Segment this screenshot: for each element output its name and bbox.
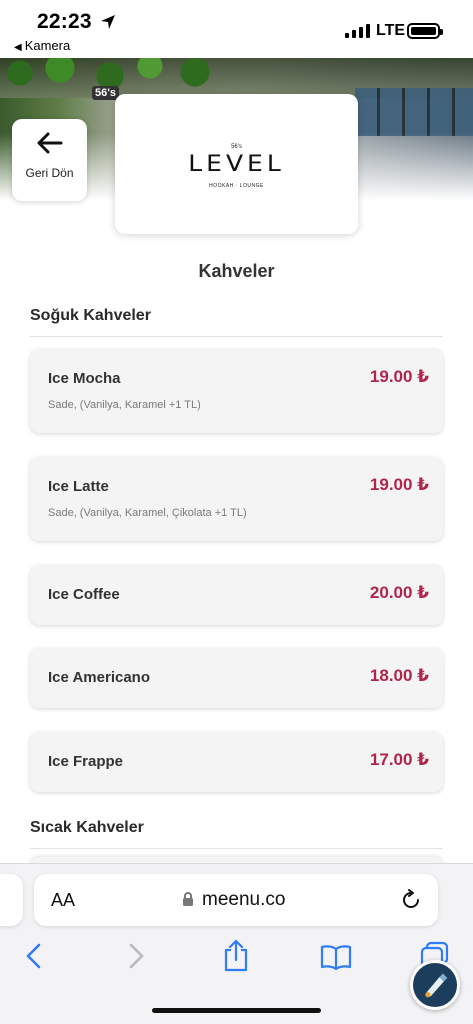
back-to-app-link[interactable]: ◀ Kamera xyxy=(14,38,70,53)
back-icon[interactable] xyxy=(24,942,44,970)
browser-bottom-bar: AA meenu.co xyxy=(0,863,473,1024)
item-name: Ice Coffee xyxy=(48,586,120,603)
item-name: Ice Latte xyxy=(48,478,109,495)
back-triangle-icon: ◀ xyxy=(14,42,22,53)
section-title-cold: Soğuk Kahveler xyxy=(30,307,151,324)
logo-tagline: HOOKAH · LOUNGE xyxy=(209,183,264,189)
item-price: 19.00 ₺ xyxy=(369,367,429,386)
battery-icon xyxy=(407,23,443,39)
item-name: Ice Frappe xyxy=(48,753,124,770)
arrow-left-icon xyxy=(37,132,62,154)
lock-icon xyxy=(183,892,193,906)
menu-item[interactable]: Ice Frappe 17.00 ₺ xyxy=(30,732,443,792)
logo-small-text: 56's xyxy=(231,144,242,150)
section-title-hot: Sıcak Kahveler xyxy=(30,819,144,836)
status-time: 22:23 xyxy=(37,10,92,33)
previous-tab-preview[interactable] xyxy=(0,874,23,926)
hero-sign: 56's xyxy=(92,86,119,100)
menu-item[interactable]: Ice Coffee 20.00 ₺ xyxy=(30,565,443,625)
item-name: Ice Americano xyxy=(48,669,150,686)
item-price: 17.00 ₺ xyxy=(369,750,429,769)
logo-wordmark: LEVEL xyxy=(188,150,285,177)
item-name: Ice Mocha xyxy=(48,370,121,387)
item-description: Sade, (Vanilya, Karamel, Çikolata +1 TL) xyxy=(48,507,247,519)
url-text: meenu.co xyxy=(202,889,286,910)
item-description: Sade, (Vanilya, Karamel +1 TL) xyxy=(48,399,201,411)
address-bar[interactable]: AA meenu.co xyxy=(34,874,438,926)
text-size-button[interactable]: AA xyxy=(51,890,75,911)
signal-icon xyxy=(345,24,370,38)
section-divider xyxy=(30,848,443,849)
restaurant-logo: 56's LEVEL HOOKAH · LOUNGE xyxy=(115,94,358,234)
item-price: 18.00 ₺ xyxy=(369,666,429,685)
back-button[interactable]: Geri Dön xyxy=(12,119,87,201)
location-arrow-icon xyxy=(101,15,115,29)
menu-item[interactable]: Ice Americano 18.00 ₺ xyxy=(30,648,443,708)
back-button-label: Geri Dön xyxy=(25,166,74,180)
bookmarks-icon[interactable] xyxy=(320,944,352,970)
page-title: Kahveler xyxy=(198,261,275,281)
menu-item[interactable]: Ice Mocha Sade, (Vanilya, Karamel +1 TL)… xyxy=(30,349,443,433)
status-bar: 22:23 ◀ Kamera LTE xyxy=(0,0,473,58)
assistive-touch-icon[interactable] xyxy=(410,960,460,1010)
item-price: 19.00 ₺ xyxy=(369,475,429,494)
network-label: LTE xyxy=(376,22,406,39)
back-app-label: Kamera xyxy=(24,38,71,53)
home-indicator xyxy=(152,1008,321,1013)
section-divider xyxy=(30,336,443,337)
menu-item[interactable]: Ice Latte Sade, (Vanilya, Karamel, Çikol… xyxy=(30,457,443,541)
forward-icon[interactable] xyxy=(126,942,146,970)
item-price: 20.00 ₺ xyxy=(369,583,429,602)
reload-icon[interactable] xyxy=(400,889,422,911)
share-icon[interactable] xyxy=(222,938,250,972)
